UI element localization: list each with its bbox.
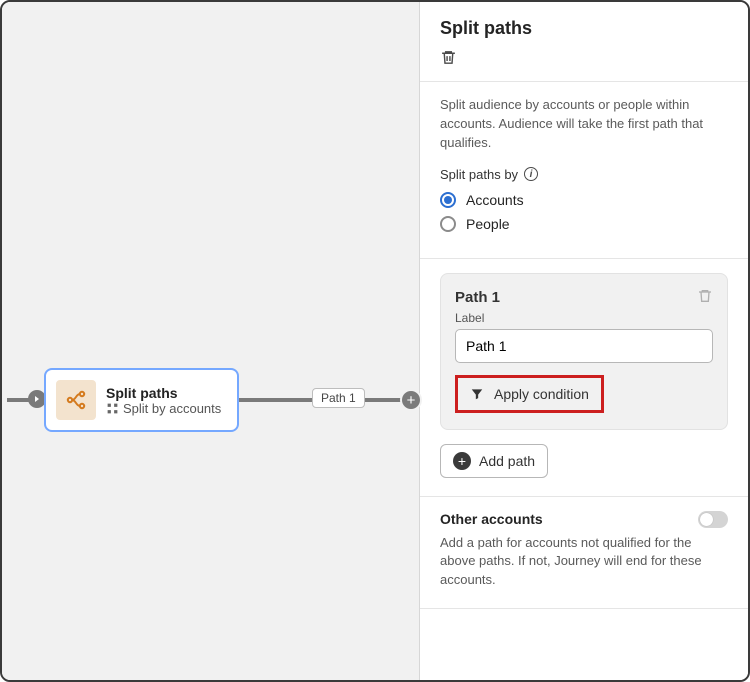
node-subtitle-text: Split by accounts bbox=[123, 401, 221, 416]
add-path-button[interactable]: + Add path bbox=[440, 444, 548, 478]
plus-icon: + bbox=[453, 452, 471, 470]
app-frame: Split paths Split by accounts Path 1 + S… bbox=[0, 0, 750, 682]
apply-condition-button[interactable]: Apply condition bbox=[464, 382, 595, 406]
properties-panel: Split paths Split audience by accounts o… bbox=[420, 2, 748, 680]
filter-icon bbox=[470, 387, 484, 401]
node-title: Split paths bbox=[106, 385, 221, 401]
split-paths-node[interactable]: Split paths Split by accounts bbox=[44, 368, 239, 432]
radio-accounts-control bbox=[440, 192, 456, 208]
add-node-button[interactable]: + bbox=[400, 389, 422, 411]
delete-path-button[interactable] bbox=[697, 288, 713, 307]
split-paths-node-icon bbox=[56, 380, 96, 420]
path-1-card: Path 1 Label Apply condition bbox=[440, 273, 728, 430]
add-path-label: Add path bbox=[479, 453, 535, 469]
delete-node-button[interactable] bbox=[440, 49, 728, 69]
apply-condition-highlight: Apply condition bbox=[455, 375, 604, 413]
info-icon[interactable]: i bbox=[524, 167, 538, 181]
split-by-label-text: Split paths by bbox=[440, 167, 518, 182]
radio-accounts-label: Accounts bbox=[466, 192, 524, 208]
accounts-mini-icon bbox=[106, 402, 119, 415]
node-subtitle: Split by accounts bbox=[106, 401, 221, 416]
other-accounts-title: Other accounts bbox=[440, 511, 543, 527]
edge-path-label[interactable]: Path 1 bbox=[312, 388, 365, 408]
path-1-title: Path 1 bbox=[455, 289, 500, 306]
panel-description: Split audience by accounts or people wit… bbox=[440, 96, 728, 153]
radio-people-label: People bbox=[466, 216, 510, 232]
radio-people-control bbox=[440, 216, 456, 232]
other-accounts-toggle[interactable] bbox=[698, 511, 728, 528]
apply-condition-label: Apply condition bbox=[494, 386, 589, 402]
panel-title: Split paths bbox=[440, 18, 728, 39]
panel-header: Split paths bbox=[420, 2, 748, 81]
path-label-input[interactable] bbox=[455, 329, 713, 363]
radio-accounts[interactable]: Accounts bbox=[440, 192, 728, 208]
radio-people[interactable]: People bbox=[440, 216, 728, 232]
path-label-caption: Label bbox=[455, 311, 713, 325]
toggle-knob bbox=[700, 513, 713, 526]
split-config-section: Split audience by accounts or people wit… bbox=[420, 82, 748, 258]
journey-canvas[interactable]: Split paths Split by accounts Path 1 + bbox=[2, 2, 420, 680]
other-accounts-section: Other accounts Add a path for accounts n… bbox=[420, 497, 748, 609]
other-accounts-description: Add a path for accounts not qualified fo… bbox=[440, 534, 728, 591]
node-text: Split paths Split by accounts bbox=[106, 385, 221, 416]
split-by-label: Split paths by i bbox=[440, 167, 728, 182]
